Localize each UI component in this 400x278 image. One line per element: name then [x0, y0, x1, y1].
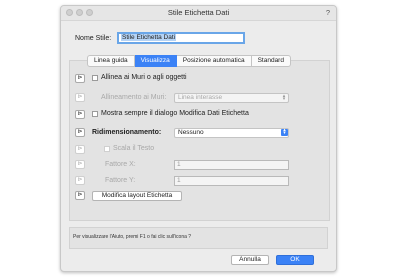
scale-text-checkbox[interactable] — [104, 146, 110, 152]
help-icon[interactable]: ? — [326, 8, 330, 17]
pin-icon[interactable]: ⊳ — [75, 176, 85, 185]
factor-y-label: Fattore Y: — [105, 177, 136, 184]
style-name-label: Nome Stile: — [75, 35, 112, 42]
scale-text-label: Scala il Testo — [113, 145, 155, 152]
factor-y-input[interactable]: 1 — [174, 176, 289, 186]
ok-button[interactable]: OK — [276, 255, 314, 265]
pin-icon[interactable]: ⊳ — [75, 74, 85, 83]
always-show-dialog-label: Mostra sempre il dialogo Modifica Dati E… — [101, 110, 249, 117]
resize-label: Ridimensionamento: — [92, 129, 162, 136]
pin-icon[interactable]: ⊳ — [75, 128, 85, 137]
resize-select[interactable]: Nessuno ▴ ▾ — [174, 128, 289, 138]
stepper-arrows-icon: ▴ ▾ — [282, 93, 286, 102]
tab-panel: ⊳ Allinea ai Muri o agli oggetti ⊳ Allin… — [69, 60, 330, 221]
help-info-text: Per visualizzare l'Aiuto, premi F1 o fai… — [69, 227, 328, 249]
title-bar: Stile Etichetta Dati ? — [61, 6, 336, 21]
resize-value: Nessuno — [178, 129, 204, 136]
wall-alignment-value: Linea interasse — [178, 94, 223, 101]
pin-icon[interactable]: ⊳ — [75, 93, 85, 102]
align-walls-checkbox[interactable] — [92, 75, 98, 81]
factor-x-input[interactable]: 1 — [174, 160, 289, 170]
factor-x-label: Fattore X: — [105, 161, 136, 168]
dialog-window: Stile Etichetta Dati ? Nome Stile: Stile… — [60, 5, 337, 272]
edit-layout-button[interactable]: Modifica layout Etichetta — [92, 191, 182, 201]
style-name-value: Stile Etichetta Dati — [121, 34, 177, 41]
pin-icon[interactable]: ⊳ — [75, 110, 85, 119]
pin-icon[interactable]: ⊳ — [75, 191, 85, 200]
cancel-button[interactable]: Annulla — [231, 255, 269, 265]
pin-icon[interactable]: ⊳ — [75, 145, 85, 154]
pin-icon[interactable]: ⊳ — [75, 160, 85, 169]
always-show-dialog-checkbox[interactable] — [92, 111, 98, 117]
tab-auto-position[interactable]: Posizione automatica — [176, 55, 252, 67]
wall-alignment-select[interactable]: Linea interasse ▴ ▾ — [174, 93, 289, 103]
align-walls-label: Allinea ai Muri o agli oggetti — [101, 74, 187, 81]
tab-guide-line[interactable]: Linea guida — [87, 55, 135, 67]
stepper-arrows-icon: ▴ ▾ — [281, 128, 288, 136]
window-title: Stile Etichetta Dati — [167, 8, 230, 17]
wall-alignment-label: Allineamento ai Muri: — [101, 94, 167, 101]
tab-standard[interactable]: Standard — [251, 55, 291, 67]
tab-display[interactable]: Visualizza — [134, 55, 177, 67]
style-name-input[interactable]: Stile Etichetta Dati — [117, 32, 245, 44]
tab-bar: Linea guida Visualizza Posizione automat… — [87, 55, 291, 67]
